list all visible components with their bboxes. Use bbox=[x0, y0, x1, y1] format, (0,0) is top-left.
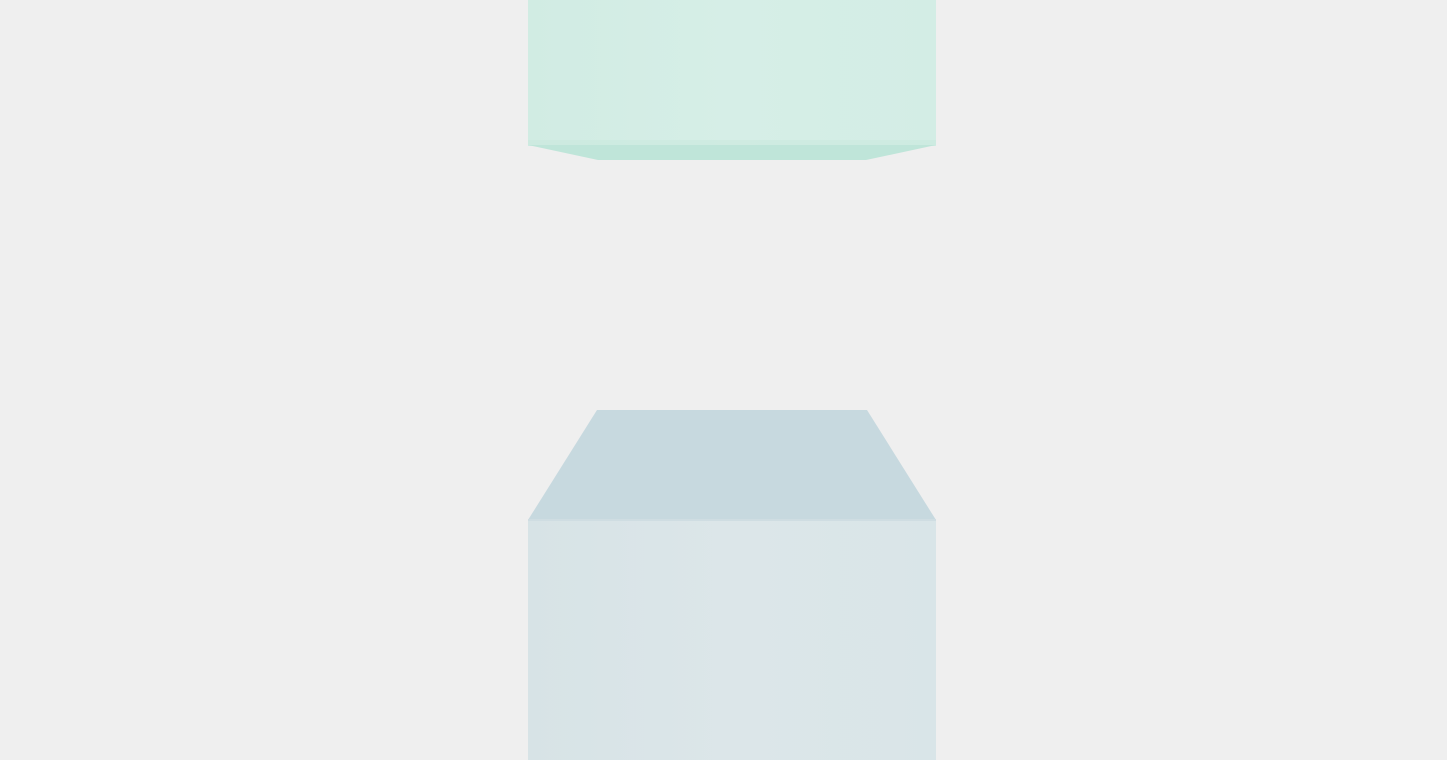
top-block-front-face bbox=[528, 0, 936, 146]
bottom-block bbox=[528, 410, 936, 760]
isometric-blocks-scene bbox=[528, 0, 936, 760]
bottom-block-front-face bbox=[528, 520, 936, 760]
canvas-stage bbox=[0, 0, 1447, 760]
bottom-block-top-face bbox=[528, 410, 936, 520]
top-block-edge-shade bbox=[528, 140, 936, 145]
bottom-block-edge-line bbox=[528, 519, 936, 521]
top-block-lower-face bbox=[528, 145, 936, 160]
top-block bbox=[528, 0, 936, 160]
